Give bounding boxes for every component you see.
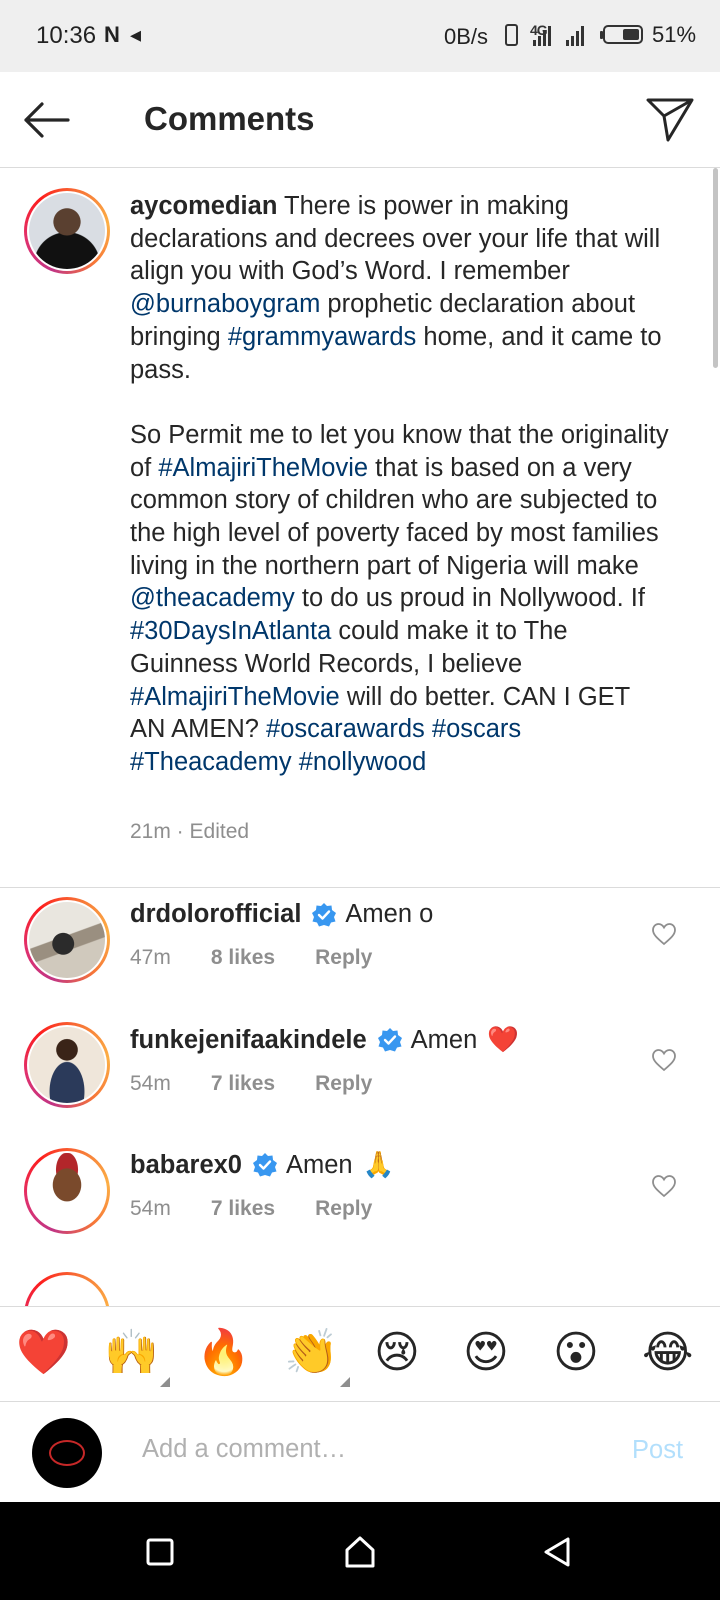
signal-strength-icon-2 — [566, 24, 584, 46]
comment-meta: 54m 7 likes Reply — [130, 1197, 372, 1221]
comment-username[interactable]: funkejenifaakindele — [130, 1026, 367, 1055]
author-avatar[interactable] — [24, 188, 110, 274]
comment-likes[interactable]: 8 likes — [211, 946, 275, 970]
status-time: 10:36 — [36, 22, 97, 49]
current-user-avatar — [32, 1418, 102, 1488]
hashtag-link[interactable]: #grammyawards — [228, 323, 416, 351]
praying-hands-emoji: 🙏 — [362, 1150, 395, 1180]
hashtag-link[interactable]: #30DaysInAtlanta — [130, 617, 331, 645]
page-title: Comments — [144, 100, 315, 137]
verified-badge-icon — [377, 1028, 402, 1052]
caption-meta: 21m · Edited — [130, 820, 250, 843]
comment-likes[interactable]: 7 likes — [211, 1072, 275, 1096]
hashtag-link[interactable]: #AlmajiriTheMovie — [158, 454, 368, 482]
more-variants-indicator — [340, 1377, 350, 1387]
hashtag-link[interactable]: #nollywood — [299, 748, 427, 776]
reaction-heart-button[interactable]: ❤️ — [16, 1325, 71, 1381]
caption-text: There is power in making declarations an… — [130, 192, 669, 776]
heart-emoji: ❤️ — [487, 1025, 520, 1055]
comments-list[interactable]: aycomedian There is power in making decl… — [0, 168, 720, 1306]
reaction-surprised-button[interactable]: 😮 — [553, 1325, 599, 1381]
comment-text-line: babarex0 Amen 🙏 — [130, 1150, 394, 1180]
top-app-bar: Comments — [0, 72, 720, 168]
signal-strength-icon — [533, 24, 551, 46]
reaction-crying-button[interactable]: 😢 — [374, 1325, 420, 1381]
comment-text: Amen — [410, 1025, 478, 1054]
verified-badge-icon — [312, 902, 337, 926]
reaction-fire-button[interactable]: 🔥 — [196, 1325, 251, 1381]
reaction-raising-hands-button[interactable]: 🙌 — [104, 1325, 159, 1381]
hashtag-link[interactable]: #oscarawards — [266, 715, 425, 743]
hashtag-link[interactable]: #AlmajiriTheMovie — [130, 683, 340, 711]
like-heart-icon[interactable] — [651, 922, 677, 946]
hashtag-link[interactable]: #Theacademy — [130, 748, 292, 776]
divider — [0, 887, 720, 888]
comment-text: Amen o — [345, 900, 434, 928]
caption-text-run — [425, 715, 432, 743]
vibrate-icon — [505, 24, 518, 46]
reaction-heart-eyes-button[interactable]: 😍 — [463, 1325, 509, 1381]
back-triangle-icon[interactable] — [538, 1532, 578, 1572]
back-button[interactable] — [20, 96, 72, 144]
comment-avatar[interactable] — [24, 1148, 110, 1234]
quick-reactions-bar: ❤️ 🙌 🔥 👏 😢 😍 😮 😂 — [0, 1306, 720, 1402]
mention-link[interactable]: @theacademy — [130, 584, 295, 612]
like-heart-icon[interactable] — [651, 1048, 677, 1072]
comment-time: 47m — [130, 946, 171, 969]
battery-icon — [600, 25, 643, 44]
comment-avatar-partial[interactable] — [24, 1272, 110, 1306]
comment-meta: 47m 8 likes Reply — [130, 946, 372, 970]
comment-time: 54m — [130, 1072, 171, 1095]
recents-square-icon[interactable] — [140, 1532, 180, 1572]
reply-button[interactable]: Reply — [315, 946, 372, 970]
comment-text: Amen — [286, 1150, 353, 1179]
mention-link[interactable]: @burnaboygram — [130, 290, 320, 318]
comment-time: 54m — [130, 1197, 171, 1220]
comment-avatar[interactable] — [24, 897, 110, 983]
battery-percent: 51% — [652, 22, 697, 47]
notification-icons: N ◂ — [104, 22, 144, 47]
comment-avatar[interactable] — [24, 1022, 110, 1108]
caption-username[interactable]: aycomedian — [130, 192, 277, 220]
comment-username[interactable]: babarex0 — [130, 1151, 242, 1180]
status-bar: 10:36 N ◂ 0B/s 4G 51% — [0, 0, 720, 72]
post-caption: aycomedian There is power in making decl… — [130, 190, 670, 779]
reply-button[interactable]: Reply — [315, 1072, 372, 1096]
reaction-laughing-button[interactable]: 😂 — [642, 1325, 693, 1381]
caption-text-run — [292, 748, 299, 776]
comment-likes[interactable]: 7 likes — [211, 1197, 275, 1221]
hashtag-link[interactable]: #oscars — [432, 715, 521, 743]
like-heart-icon[interactable] — [651, 1174, 677, 1198]
verified-badge-icon — [253, 1153, 277, 1177]
comment-text-line: drdolorofficial Amen o — [130, 900, 433, 929]
home-icon[interactable] — [340, 1532, 380, 1572]
network-speed: 0B/s — [444, 24, 489, 49]
reaction-clapping-button[interactable]: 👏 — [284, 1325, 339, 1381]
comment-composer: Post — [0, 1402, 720, 1502]
arrow-left-icon — [24, 102, 70, 138]
comment-meta: 54m 7 likes Reply — [130, 1072, 372, 1096]
post-button[interactable]: Post — [632, 1436, 683, 1465]
comment-username[interactable]: drdolorofficial — [130, 900, 301, 929]
paper-plane-icon — [646, 98, 694, 142]
reply-button[interactable]: Reply — [315, 1197, 372, 1221]
system-navigation-bar — [0, 1502, 720, 1600]
more-variants-indicator — [160, 1377, 170, 1387]
scrollbar[interactable] — [713, 168, 718, 368]
comment-text-line: funkejenifaakindele Amen ❤️ — [130, 1025, 519, 1055]
caption-text-run: to do us proud in Nollywood. If — [294, 584, 645, 613]
add-comment-input[interactable] — [142, 1424, 602, 1474]
share-button[interactable] — [644, 94, 698, 146]
